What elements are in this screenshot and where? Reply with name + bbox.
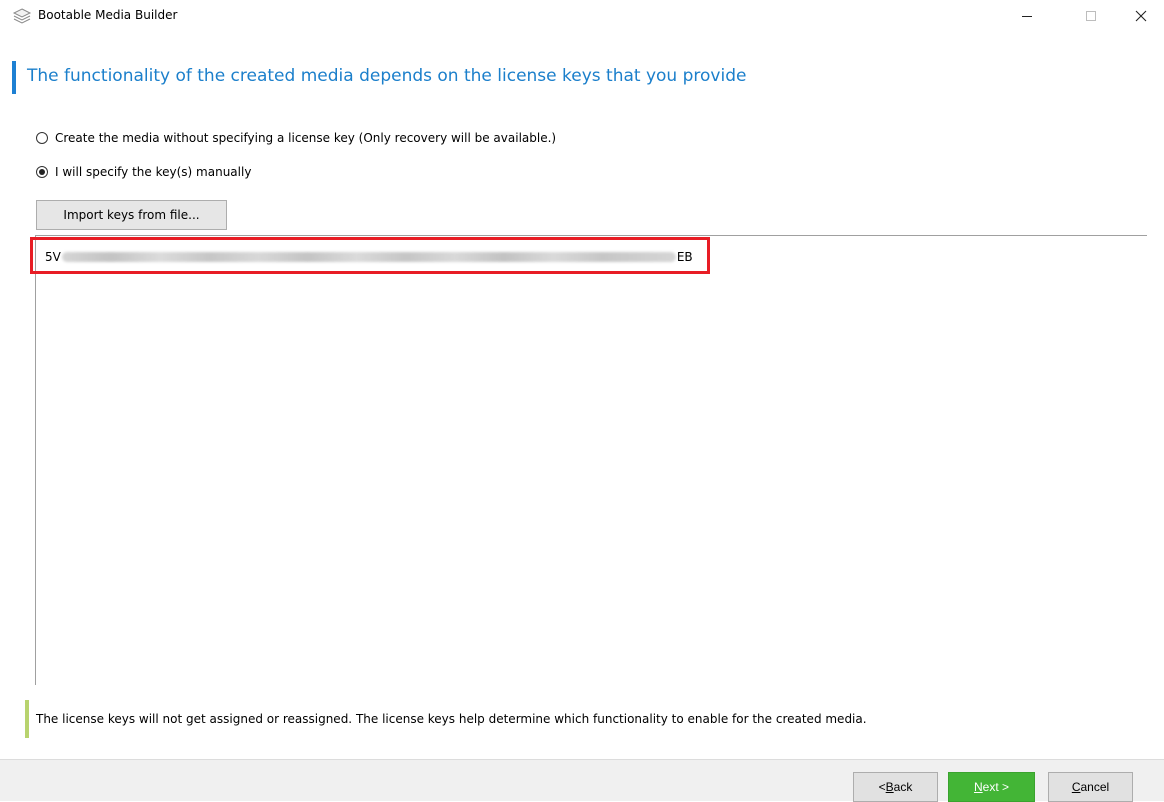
bootable-media-builder-window: Bootable Media Builder The functionality… — [0, 0, 1164, 802]
info-message: The license keys will not get assigned o… — [36, 712, 867, 726]
import-keys-button[interactable]: Import keys from file... — [36, 200, 227, 230]
next-button[interactable]: Next > — [948, 772, 1035, 802]
radio-specify-keys-manually[interactable] — [36, 166, 48, 178]
editor-top-border — [35, 235, 1147, 236]
next-button-rest: ext > — [982, 780, 1010, 794]
cancel-button-mnemonic: C — [1071, 780, 1081, 794]
radio-no-license-key[interactable] — [36, 132, 48, 144]
next-button-mnemonic: N — [973, 780, 983, 794]
option-no-license-key[interactable]: Create the media without specifying a li… — [36, 128, 556, 148]
editor-left-border — [35, 235, 36, 685]
close-icon — [1135, 10, 1147, 21]
maximize-icon — [1086, 10, 1096, 21]
page-title: The functionality of the created media d… — [27, 66, 747, 86]
close-button[interactable] — [1118, 0, 1164, 31]
title-bar: Bootable Media Builder — [0, 0, 1164, 31]
option-no-license-key-label: Create the media without specifying a li… — [55, 131, 557, 145]
cancel-button-rest: ancel — [1080, 780, 1110, 794]
back-button-prefix: < — [878, 780, 886, 794]
back-button[interactable]: < Back — [853, 772, 938, 802]
minimize-icon — [1022, 15, 1032, 17]
option-specify-keys-manually-label: I will specify the key(s) manually — [55, 165, 252, 179]
back-button-rest: ack — [893, 780, 913, 794]
cancel-button[interactable]: Cancel — [1048, 772, 1133, 802]
back-button-mnemonic: B — [885, 780, 894, 794]
minimize-button[interactable] — [1004, 0, 1050, 31]
license-key-highlight-box — [30, 237, 710, 274]
layers-icon — [12, 7, 32, 25]
maximize-button[interactable] — [1068, 0, 1114, 31]
window-title: Bootable Media Builder — [38, 8, 178, 22]
info-accent-bar — [25, 700, 29, 738]
option-specify-keys-manually[interactable]: I will specify the key(s) manually — [36, 162, 251, 182]
license-key-editor[interactable] — [35, 235, 1147, 685]
header-accent-bar — [12, 61, 16, 94]
